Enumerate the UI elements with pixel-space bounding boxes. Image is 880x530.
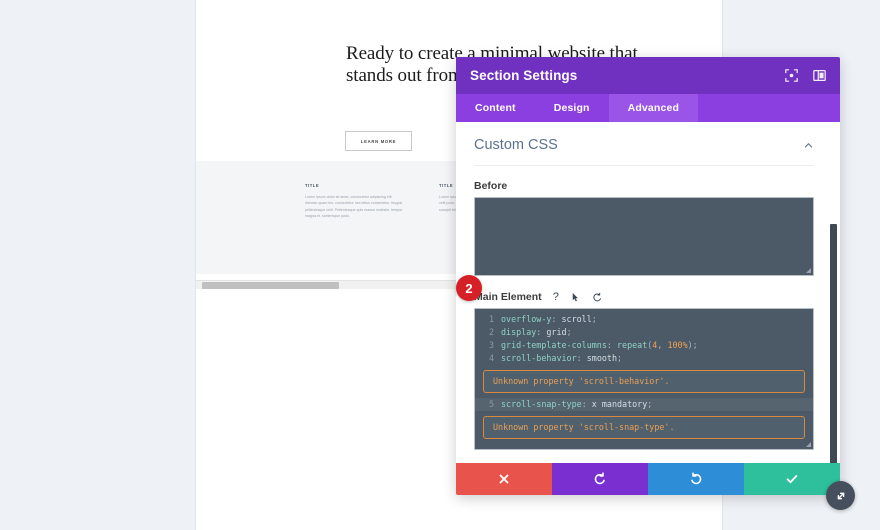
code-line-number: 1 <box>488 314 494 324</box>
modal-title: Section Settings <box>470 68 578 83</box>
before-field-label: Before <box>474 180 508 192</box>
modal-resize-handle[interactable] <box>826 481 855 510</box>
css-error-message: Unknown property 'scroll-snap-type'. <box>483 416 805 439</box>
modal-titlebar[interactable]: Section Settings <box>456 57 840 94</box>
horizontal-scrollbar-thumb[interactable] <box>202 282 339 289</box>
redo-button[interactable] <box>648 463 744 495</box>
modal-tab-bar: Content Design Advanced <box>456 94 840 122</box>
pointer-icon[interactable] <box>570 292 581 303</box>
modal-action-bar <box>456 463 840 495</box>
css-error-message: Unknown property 'scroll-behavior'. <box>483 370 805 393</box>
code-line: 4 scroll-behavior: smooth; <box>475 352 813 365</box>
reset-icon[interactable] <box>592 292 603 303</box>
modal-vertical-scrollbar[interactable] <box>830 224 837 463</box>
code-line-text: grid-template-columns: repeat(4, 100%); <box>501 340 698 350</box>
main-element-label-row: Main Element ? <box>474 291 814 303</box>
modal-body: Custom CSS Before Main Element ? 1 overf… <box>456 122 840 463</box>
tab-advanced[interactable]: Advanced <box>608 94 699 122</box>
help-icon[interactable]: ? <box>553 291 559 303</box>
custom-css-title: Custom CSS <box>474 137 558 153</box>
editor-resize-grip[interactable] <box>806 442 811 447</box>
feature-title: TITLE <box>305 183 320 188</box>
code-line-five: 5 scroll-snap-type: x mandatory; <box>475 398 813 411</box>
code-line-text: scroll-behavior: smooth; <box>501 353 623 363</box>
layout-view-icon[interactable] <box>813 69 826 82</box>
learn-more-button[interactable]: LEARN MORE <box>345 131 412 151</box>
save-button[interactable] <box>744 463 840 495</box>
cancel-button[interactable] <box>456 463 552 495</box>
expand-icon[interactable] <box>785 69 798 82</box>
tab-design[interactable]: Design <box>535 94 609 122</box>
code-lines-top: 1 overflow-y: scroll; 2 display: grid; 3 grid… <box>475 313 813 365</box>
main-element-label: Main Element <box>474 291 542 303</box>
code-line-number: 4 <box>488 353 494 363</box>
modal-scroll-area: Custom CSS Before Main Element ? 1 overf… <box>456 122 840 463</box>
code-line-text: display: grid; <box>501 327 572 337</box>
section-settings-modal: Section Settings Content Design Advanced <box>456 57 840 495</box>
custom-css-section-header[interactable]: Custom CSS <box>474 137 814 166</box>
chevron-up-icon[interactable] <box>803 140 814 151</box>
titlebar-icon-group <box>785 69 826 82</box>
code-line-number: 2 <box>488 327 494 337</box>
undo-button[interactable] <box>552 463 648 495</box>
before-css-textarea[interactable] <box>474 197 814 276</box>
code-line-number: 5 <box>488 399 494 409</box>
feature-column: TITLE Lorem ipsum dolor sit amet, consec… <box>305 183 405 220</box>
code-line-text: overflow-y: scroll; <box>501 314 597 324</box>
feature-body: Lorem ipsum dolor sit amet, consectetur … <box>305 195 403 219</box>
code-line-number: 3 <box>488 340 494 350</box>
code-line-text: scroll-snap-type: x mandatory; <box>501 399 653 409</box>
tab-content[interactable]: Content <box>456 94 535 122</box>
code-line: 1 overflow-y: scroll; <box>475 313 813 326</box>
step-badge: 2 <box>456 275 482 301</box>
main-element-css-editor[interactable]: 1 overflow-y: scroll; 2 display: grid; 3 grid… <box>474 308 814 450</box>
code-line: 5 scroll-snap-type: x mandatory; <box>475 398 813 411</box>
code-line: 2 display: grid; <box>475 326 813 339</box>
code-line: 3 grid-template-columns: repeat(4, 100%); <box>475 339 813 352</box>
